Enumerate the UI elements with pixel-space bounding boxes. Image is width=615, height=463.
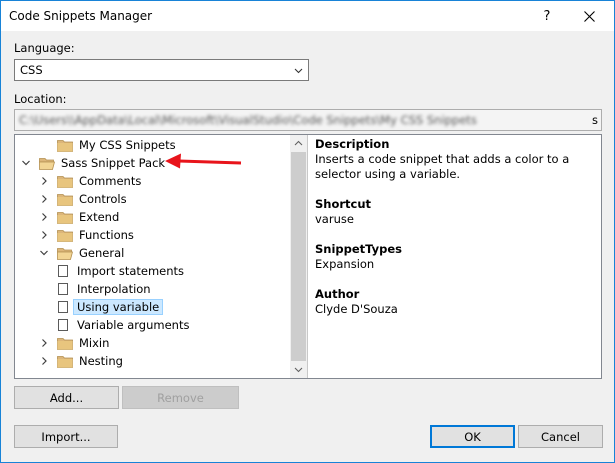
tree-item-label: Using variable	[73, 299, 164, 315]
location-label: Location:	[14, 92, 67, 106]
tree-item-label: Nesting	[79, 354, 123, 368]
author-text: Clyde D'Souza	[315, 302, 398, 316]
folder-icon	[57, 337, 73, 350]
ok-button[interactable]: OK	[430, 425, 515, 448]
red-arrow-annotation	[165, 153, 242, 169]
import-button[interactable]: Import...	[14, 425, 118, 448]
help-button[interactable]: ?	[526, 1, 568, 31]
scroll-down-button[interactable]	[290, 361, 307, 378]
language-select-value: CSS	[20, 63, 43, 77]
tree-item[interactable]: Mixin	[39, 334, 109, 352]
shortcut-heading: Shortcut	[315, 197, 372, 211]
tree-item-label: Controls	[79, 192, 127, 206]
tree-item-label: My CSS Snippets	[79, 138, 176, 152]
language-label: Language:	[14, 41, 75, 55]
tree-item[interactable]: Nesting	[39, 352, 123, 370]
scroll-thumb[interactable]	[291, 152, 306, 361]
tree-item-label: Import statements	[77, 264, 185, 278]
tree-item[interactable]: Extend	[39, 208, 119, 226]
tree-item[interactable]: Variable arguments	[57, 316, 189, 334]
remove-button[interactable]: Remove	[122, 386, 239, 409]
chevron-right-icon[interactable]	[39, 176, 49, 186]
snippet-types-text: Expansion	[315, 257, 375, 271]
tree-scrollbar[interactable]	[290, 135, 307, 378]
scroll-up-button[interactable]	[290, 135, 307, 152]
chevron-right-icon[interactable]	[39, 356, 49, 366]
description-heading: Description	[315, 137, 390, 151]
folder-open-icon	[39, 157, 55, 170]
snippet-file-icon	[58, 265, 68, 277]
tree-item[interactable]: Import statements	[57, 262, 184, 280]
close-button[interactable]	[568, 1, 610, 31]
pane-divider	[307, 135, 308, 378]
chevron-down-icon	[294, 68, 303, 74]
cancel-button[interactable]: Cancel	[518, 425, 603, 448]
language-select[interactable]: CSS	[14, 59, 309, 81]
location-path-blurred: C:\Users\\AppData\Local\Microsoft\Visual…	[19, 113, 477, 127]
window-title: Code Snippets Manager	[9, 9, 153, 23]
chevron-up-icon	[294, 140, 303, 146]
tree-item[interactable]: Functions	[39, 226, 134, 244]
folder-icon	[57, 355, 73, 368]
chevron-right-icon[interactable]	[39, 338, 49, 348]
tree-item[interactable]: Controls	[39, 190, 127, 208]
chevron-right-icon[interactable]	[39, 230, 49, 240]
chevron-down-icon	[294, 367, 303, 373]
tree-item-label: Extend	[79, 210, 120, 224]
folder-icon	[57, 175, 73, 188]
help-icon: ?	[543, 8, 551, 24]
tree-item-label: General	[79, 246, 125, 260]
folder-icon	[57, 193, 73, 206]
tree-item[interactable]: Using variable	[57, 298, 164, 316]
folder-icon	[57, 139, 73, 152]
location-field[interactable]: C:\Users\\AppData\Local\Microsoft\Visual…	[14, 109, 602, 131]
tree-item[interactable]: General	[39, 244, 124, 262]
description-text: Inserts a code snippet that adds a color…	[315, 152, 570, 181]
title-bar: Code Snippets Manager ?	[1, 1, 614, 31]
code-snippets-manager-dialog: Code Snippets Manager ? Language: CSS Lo…	[0, 0, 615, 463]
chevron-right-icon[interactable]	[39, 212, 49, 222]
folder-icon	[57, 211, 73, 224]
tree-item[interactable]: My CSS Snippets	[39, 136, 176, 154]
add-button[interactable]: Add...	[14, 386, 119, 409]
chevron-down-icon[interactable]	[39, 248, 49, 258]
tree-item-label: Comments	[79, 174, 142, 188]
snippet-file-icon	[58, 301, 68, 313]
snippet-file-icon	[58, 283, 68, 295]
location-path-end: s	[592, 113, 598, 127]
folder-icon	[57, 229, 73, 242]
tree-item[interactable]: Sass Snippet Pack	[21, 154, 165, 172]
tree-item-label: Variable arguments	[77, 318, 190, 332]
tree-item[interactable]: Interpolation	[57, 280, 151, 298]
snippet-details: Description Inserts a code snippet that …	[315, 137, 595, 332]
snippet-types-heading: SnippetTypes	[315, 242, 403, 256]
tree-item[interactable]: Comments	[39, 172, 141, 190]
author-heading: Author	[315, 287, 360, 301]
snippet-file-icon	[58, 319, 68, 331]
chevron-right-icon[interactable]	[39, 194, 49, 204]
close-icon	[583, 10, 595, 22]
chevron-down-icon[interactable]	[21, 158, 31, 168]
folder-open-icon	[57, 247, 73, 260]
tree-item-label: Mixin	[79, 336, 110, 350]
tree-item-label: Sass Snippet Pack	[61, 156, 166, 170]
snippets-pane: My CSS Snippets Sass Snippet Pack Comments…	[14, 134, 602, 379]
tree-item-label: Functions	[79, 228, 134, 242]
tree-item-label: Interpolation	[77, 282, 151, 296]
shortcut-text: varuse	[315, 212, 354, 226]
